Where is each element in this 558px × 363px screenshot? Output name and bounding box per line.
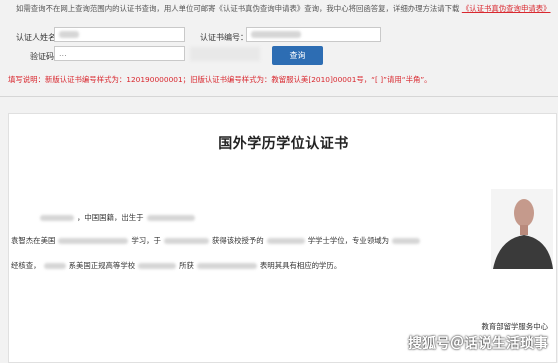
redacted-birthdate xyxy=(146,215,195,221)
watermark: 搜狐号＠话说生活琐事 xyxy=(408,336,548,352)
divider xyxy=(0,96,558,97)
input-hint: 填写说明：新版认证书编号样式为：120190000001；旧版认证书编号样式为：… xyxy=(8,75,432,84)
certificate-line-2: 袁智杰在美国 学习，于 获得该校授予的 学学士学位，专业领域为 xyxy=(11,235,423,246)
captcha-field[interactable]: ... xyxy=(54,46,185,61)
application-form-link[interactable]: 《认证书真伪查询申请表》 xyxy=(462,4,551,13)
certificate-line-1: ，中国国籍，出生于 xyxy=(37,212,198,223)
certificate-panel: 国外学历学位认证书 ，中国国籍，出生于 袁智杰在美国 学习，于 获得该校授予的 学学士… xyxy=(8,113,557,363)
notice-text: 如需查询不在网上查询范围内的认证书查询，用人单位可邮寄《认证书真伪查询申请表》查… xyxy=(16,4,551,13)
issuer-name: 教育部留学服务中心 xyxy=(481,322,548,331)
holder-photo xyxy=(491,189,553,269)
name-field[interactable] xyxy=(54,27,185,42)
search-button[interactable]: 查询 xyxy=(272,46,323,65)
cert-no-label: 认证书编号： xyxy=(200,33,248,42)
certificate-title: 国外学历学位认证书 xyxy=(218,136,349,152)
cert-no-field[interactable] xyxy=(246,27,381,42)
captcha-image[interactable] xyxy=(190,47,260,61)
certificate-line-3: 经核查， 系美国正规高等学校 所获 表明其具有相应的学历。 xyxy=(11,261,342,270)
redacted-name xyxy=(40,215,74,221)
